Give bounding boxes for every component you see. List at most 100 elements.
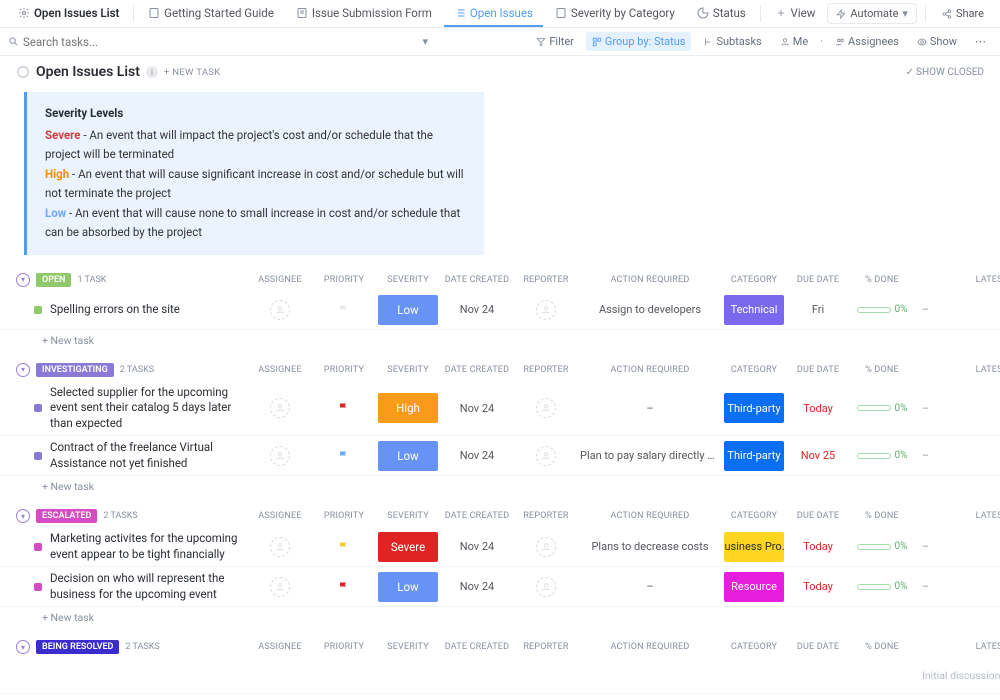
col-header-priority[interactable]: PRIORITY xyxy=(314,275,374,285)
assignees-button[interactable]: Assignees xyxy=(829,32,905,51)
tab-issue-submission-form[interactable]: Issue Submission Form xyxy=(286,0,442,27)
col-header-action_required[interactable]: ACTION REQUIRED xyxy=(580,275,720,285)
col-header-due_date[interactable]: DUE DATE xyxy=(788,511,848,521)
priority-cell[interactable] xyxy=(314,450,374,462)
status-chip[interactable]: ESCALATED xyxy=(36,509,97,523)
search-input[interactable] xyxy=(23,35,143,49)
category-cell[interactable]: Resource xyxy=(724,572,784,602)
col-header-latest_comment[interactable]: LATEST COMMENT xyxy=(916,642,1000,652)
severity-cell[interactable]: Low xyxy=(378,441,438,471)
assignee-slot[interactable] xyxy=(250,537,310,557)
pct-done-cell[interactable]: 0% xyxy=(852,450,912,461)
info-icon[interactable]: i xyxy=(146,66,158,78)
task-row[interactable]: Spelling errors on the siteLowNov 24Assi… xyxy=(0,291,1000,330)
col-header-severity[interactable]: SEVERITY xyxy=(378,275,438,285)
col-header-reporter[interactable]: REPORTER xyxy=(516,275,576,285)
col-header-severity[interactable]: SEVERITY xyxy=(378,511,438,521)
tab-getting-started-guide[interactable]: Getting Started Guide xyxy=(138,0,284,27)
reporter-slot[interactable] xyxy=(516,537,576,557)
task-name[interactable]: Selected supplier for the upcoming event… xyxy=(50,385,246,432)
reporter-slot[interactable] xyxy=(516,446,576,466)
col-header-priority[interactable]: PRIORITY xyxy=(314,365,374,375)
col-header-latest_comment[interactable]: LATEST COMMENT xyxy=(916,365,1000,375)
col-header-due_date[interactable]: DUE DATE xyxy=(788,365,848,375)
reporter-slot[interactable] xyxy=(516,300,576,320)
severity-cell[interactable]: Low xyxy=(378,295,438,325)
show-closed-button[interactable]: ✓SHOW CLOSED xyxy=(906,67,984,78)
category-cell[interactable]: Technical xyxy=(724,295,784,325)
automate-button[interactable]: Automate▾ xyxy=(827,3,917,24)
tab-view[interactable]: View xyxy=(765,0,826,27)
priority-cell[interactable] xyxy=(314,581,374,593)
col-header-date_created[interactable]: DATE CREATED xyxy=(442,511,512,521)
collapse-icon[interactable]: ▾ xyxy=(16,509,30,523)
col-header-reporter[interactable]: REPORTER xyxy=(516,642,576,652)
new-task-button[interactable]: + NEW TASK xyxy=(164,67,221,78)
col-header-assignee[interactable]: ASSIGNEE xyxy=(250,365,310,375)
pct-done-cell[interactable]: 0% xyxy=(852,581,912,592)
pct-done-cell[interactable]: 0% xyxy=(852,304,912,315)
col-header-pct_done[interactable]: % DONE xyxy=(852,275,912,285)
col-header-latest_comment[interactable]: LATEST COMMENT xyxy=(916,511,1000,521)
task-name[interactable]: Decision on who will represent the busin… xyxy=(50,571,246,602)
col-header-assignee[interactable]: ASSIGNEE xyxy=(250,642,310,652)
priority-cell[interactable] xyxy=(314,304,374,316)
task-row[interactable]: Selected supplier for the upcoming event… xyxy=(0,381,1000,437)
task-name[interactable]: Marketing activites for the upcoming eve… xyxy=(50,531,246,562)
col-header-reporter[interactable]: REPORTER xyxy=(516,365,576,375)
category-cell[interactable]: Third-party xyxy=(724,393,784,423)
severity-cell[interactable]: High xyxy=(378,393,438,423)
new-task-button[interactable]: + New task xyxy=(0,607,1000,630)
pct-done-cell[interactable]: 0% xyxy=(852,541,912,552)
new-task-button[interactable]: + New task xyxy=(0,330,1000,353)
collapse-icon[interactable]: ▾ xyxy=(16,363,30,377)
col-header-assignee[interactable]: ASSIGNEE xyxy=(250,275,310,285)
task-row[interactable]: Contract of the freelance Virtual Assist… xyxy=(0,436,1000,476)
assignee-slot[interactable] xyxy=(250,300,310,320)
task-row[interactable]: Marketing activites for the upcoming eve… xyxy=(0,527,1000,567)
tab-open-issues-list[interactable]: Open Issues List xyxy=(8,0,129,27)
show-button[interactable]: Show xyxy=(911,32,963,51)
col-header-due_date[interactable]: DUE DATE xyxy=(788,642,848,652)
col-header-category[interactable]: CATEGORY xyxy=(724,275,784,285)
filter-button[interactable]: Filter xyxy=(530,32,580,51)
col-header-pct_done[interactable]: % DONE xyxy=(852,511,912,521)
col-header-reporter[interactable]: REPORTER xyxy=(516,511,576,521)
due-date-cell[interactable]: Today xyxy=(788,580,848,593)
col-header-latest_comment[interactable]: LATEST COMMENT xyxy=(916,275,1000,285)
col-header-date_created[interactable]: DATE CREATED xyxy=(442,275,512,285)
due-date-cell[interactable]: Today xyxy=(788,540,848,553)
severity-cell[interactable]: Low xyxy=(378,572,438,602)
task-row[interactable]: Decision on who will represent the busin… xyxy=(0,567,1000,607)
col-header-pct_done[interactable]: % DONE xyxy=(852,365,912,375)
col-header-action_required[interactable]: ACTION REQUIRED xyxy=(580,365,720,375)
pct-done-cell[interactable]: 0% xyxy=(852,403,912,414)
reporter-slot[interactable] xyxy=(516,577,576,597)
chevron-down-icon[interactable]: ▾ xyxy=(422,35,428,48)
col-header-severity[interactable]: SEVERITY xyxy=(378,642,438,652)
collapse-icon[interactable]: ▾ xyxy=(16,273,30,287)
tab-status[interactable]: Status xyxy=(687,0,756,27)
category-cell[interactable]: Third-party xyxy=(724,441,784,471)
task-name[interactable]: Contract of the freelance Virtual Assist… xyxy=(50,440,246,471)
col-header-category[interactable]: CATEGORY xyxy=(724,511,784,521)
status-chip[interactable]: INVESTIGATING xyxy=(36,363,114,377)
assignee-slot[interactable] xyxy=(250,577,310,597)
due-date-cell[interactable]: Nov 25 xyxy=(788,449,848,462)
status-chip[interactable]: OPEN xyxy=(36,273,71,287)
new-task-button[interactable]: + New task xyxy=(0,476,1000,499)
col-header-priority[interactable]: PRIORITY xyxy=(314,642,374,652)
group-by-button[interactable]: Group by: Status xyxy=(586,32,692,51)
subtasks-button[interactable]: Subtasks xyxy=(697,32,767,51)
tab-open-issues[interactable]: Open Issues xyxy=(444,0,543,27)
reporter-slot[interactable] xyxy=(516,398,576,418)
col-header-date_created[interactable]: DATE CREATED xyxy=(442,642,512,652)
collapse-icon[interactable]: ▾ xyxy=(16,640,30,654)
tab-severity-by-category[interactable]: Severity by Category xyxy=(545,0,685,27)
share-button[interactable]: Share xyxy=(934,4,992,23)
col-header-category[interactable]: CATEGORY xyxy=(724,642,784,652)
task-row[interactable]: Initial discussion last meeting. To fina… xyxy=(0,658,1000,694)
task-name[interactable]: Spelling errors on the site xyxy=(50,302,180,318)
col-header-action_required[interactable]: ACTION REQUIRED xyxy=(580,511,720,521)
me-button[interactable]: Me xyxy=(774,32,814,51)
